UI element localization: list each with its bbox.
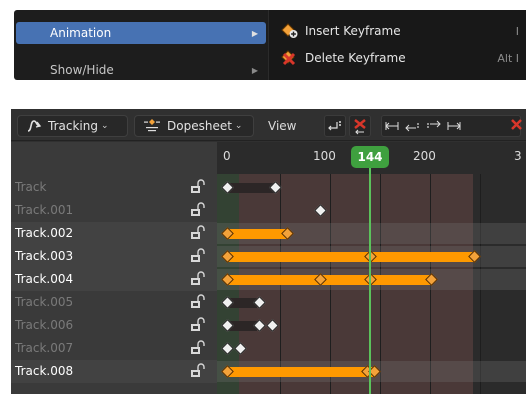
unlock-icon[interactable] [189,225,205,241]
track-name: Track.007 [15,341,74,355]
track-name: Track.008 [15,364,74,378]
current-frame-indicator[interactable]: 144 [351,146,389,168]
unlock-icon[interactable] [189,271,205,287]
delete-keyframe-item[interactable]: Delete Keyframe Alt I [269,46,526,70]
track-row[interactable]: Track.003 [11,245,217,268]
prev-gap-icon[interactable] [385,122,399,130]
jump-to-keyframe-button[interactable] [324,115,346,137]
unlock-icon[interactable] [189,317,205,333]
playhead-line[interactable] [369,174,371,394]
frame-ruler[interactable]: 0 100 144 200 3 [217,142,526,174]
view-type-label: Dopesheet [167,119,232,133]
track-row[interactable]: Track.004 [11,268,217,291]
next-gap-icon[interactable] [447,122,461,130]
tick-label: 3 [514,149,522,163]
unlock-icon[interactable] [189,294,205,310]
track-row[interactable]: Track [11,176,217,199]
clear-keyframe-button[interactable] [349,115,371,137]
tracking-icon [27,120,42,132]
track-name: Track.003 [15,249,74,263]
context-menu: Animation ▶ Show/Hide ▶ Insert Keyframe … [14,10,526,80]
keyframe-segment [227,183,275,193]
clear-keyframe-icon [354,119,366,135]
mode-label: Tracking [48,119,98,133]
track-name: Track [15,180,47,194]
insert-keyframe-item[interactable]: Insert Keyframe I [269,19,526,43]
insert-keyframe-shortcut: I [515,24,519,38]
jump-to-keyframe-icon [328,121,341,131]
keyframe-segment [227,229,287,239]
track-row[interactable]: Track.005 [11,291,217,314]
view-menu[interactable]: View [268,119,296,133]
context-menu-panel: Animation ▶ Show/Hide ▶ [14,10,268,80]
tick-label: 200 [413,149,436,163]
jump-toolbar [381,115,522,137]
keyframe-delete-icon [281,50,296,66]
track-name: Track.006 [15,318,74,332]
keyframe-timeline[interactable] [217,174,526,394]
editor-header: Tracking ⌄ Dopesheet ⌄ View [11,109,526,141]
submenu-arrow-icon: ▶ [251,65,258,75]
menu-item-label: Animation [50,26,112,40]
keyframe-segment [227,252,474,262]
chevron-down-icon: ⌄ [234,121,243,131]
keyframe-insert-icon [281,23,298,38]
tick-label: 0 [223,149,231,163]
track-name: Track.005 [15,295,74,309]
track-row[interactable]: Track.002 [11,222,217,245]
track-channel-list: Track Track.001 Track.002 Track.003 Trac… [11,174,217,394]
jump-next-icon[interactable] [427,120,441,128]
unlock-icon[interactable] [189,340,205,356]
menu-item-show-hide[interactable]: Show/Hide ▶ [16,59,266,81]
track-row[interactable]: Track.001 [11,199,217,222]
track-name: Track.001 [15,203,74,217]
delete-keyframe-shortcut: Alt I [497,51,519,65]
chevron-down-icon: ⌄ [100,121,109,131]
unlock-icon[interactable] [189,248,205,264]
unlock-icon[interactable] [189,179,205,195]
mode-dropdown[interactable]: Tracking ⌄ [17,115,128,137]
dopesheet-dropdown[interactable]: Dopesheet ⌄ [134,115,254,137]
jump-prev-icon[interactable] [405,123,419,132]
delete-icon[interactable] [511,119,522,130]
tick-label: 100 [313,149,336,163]
track-row[interactable]: Track.008 [11,360,217,383]
playhead-line-top [369,168,371,176]
menu-item-animation[interactable]: Animation ▶ [16,22,266,44]
menu-item-label: Show/Hide [50,63,114,77]
ruler-spacer [11,142,217,174]
track-row[interactable]: Track.006 [11,314,217,337]
keyframe-segment [227,275,431,285]
track-name: Track.004 [15,272,74,286]
animation-submenu: Insert Keyframe I Delete Keyframe Alt I [268,10,526,80]
insert-keyframe-label: Insert Keyframe [305,24,401,38]
keyframe-segment [227,367,373,377]
submenu-arrow-icon: ▶ [251,28,258,38]
unlock-icon[interactable] [189,363,205,379]
dopesheet-editor: Tracking ⌄ Dopesheet ⌄ View 0 100 144 20… [11,109,526,394]
delete-keyframe-label: Delete Keyframe [305,51,406,65]
track-row[interactable]: Track.007 [11,337,217,360]
dopesheet-icon [144,119,160,132]
track-name: Track.002 [15,226,74,240]
unlock-icon[interactable] [189,202,205,218]
